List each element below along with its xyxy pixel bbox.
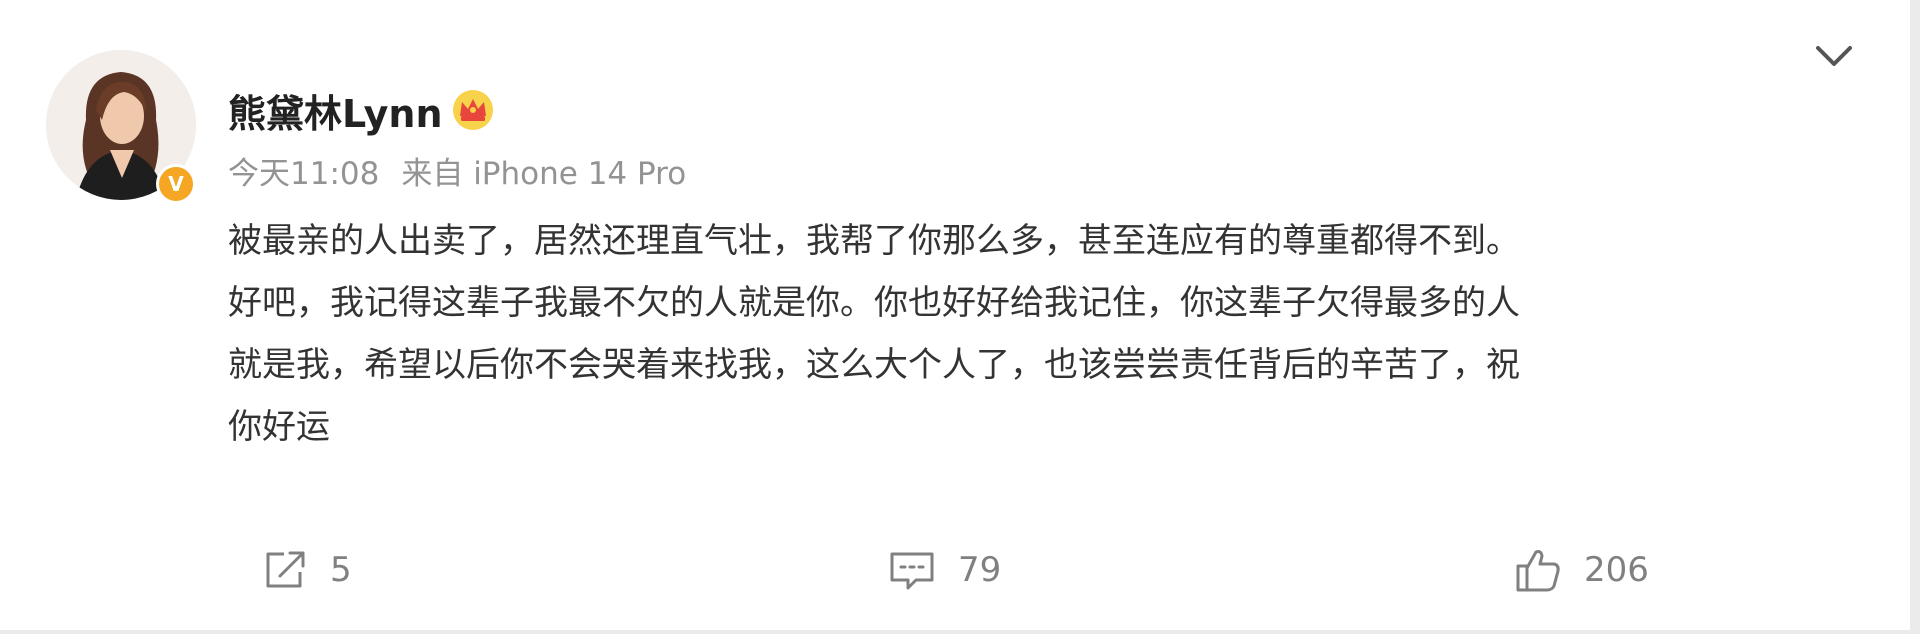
- action-bar: 5 79 206: [0, 540, 1910, 600]
- comment-icon: [890, 552, 934, 590]
- thumbs-up-icon: [1516, 550, 1560, 592]
- repost-count: 5: [330, 550, 352, 590]
- post-text-line: 就是我，希望以后你不会哭着来找我，这么大个人了，也该尝尝责任背后的辛苦了，祝: [228, 345, 1520, 385]
- username[interactable]: 熊黛林Lynn: [228, 83, 443, 138]
- like-count: 206: [1584, 550, 1649, 590]
- post-body: 被最亲的人出卖了，居然还理直气壮，我帮了你那么多，甚至连应有的尊重都得不到。 好…: [228, 210, 1828, 458]
- post-meta: 今天11:08 来自 iPhone 14 Pro: [228, 148, 686, 193]
- post-header: 熊黛林Lynn: [228, 80, 495, 140]
- post-time[interactable]: 今天11:08: [228, 148, 379, 193]
- weibo-post-card: V 熊黛林Lynn 今天11:08 来自 iPhone 14 Pro 被最亲的人…: [0, 0, 1910, 630]
- post-text-line: 你好运: [228, 407, 330, 447]
- verified-badge-icon: V: [156, 164, 196, 204]
- repost-button[interactable]: 5: [262, 540, 352, 600]
- post-text-line: 被最亲的人出卖了，居然还理直气壮，我帮了你那么多，甚至连应有的尊重都得不到。: [228, 221, 1520, 261]
- avatar-container[interactable]: V: [46, 50, 196, 204]
- crown-icon[interactable]: [451, 88, 495, 132]
- repost-icon: [266, 551, 305, 588]
- chevron-down-icon[interactable]: [1812, 42, 1856, 72]
- comment-count: 79: [958, 550, 1002, 590]
- post-text-line: 好吧，我记得这辈子我最不欠的人就是你。你也好好给我记住，你这辈子欠得最多的人: [228, 283, 1520, 323]
- like-button[interactable]: 206: [1514, 540, 1649, 600]
- post-source: 来自 iPhone 14 Pro: [401, 156, 687, 192]
- comment-button[interactable]: 79: [888, 540, 1001, 600]
